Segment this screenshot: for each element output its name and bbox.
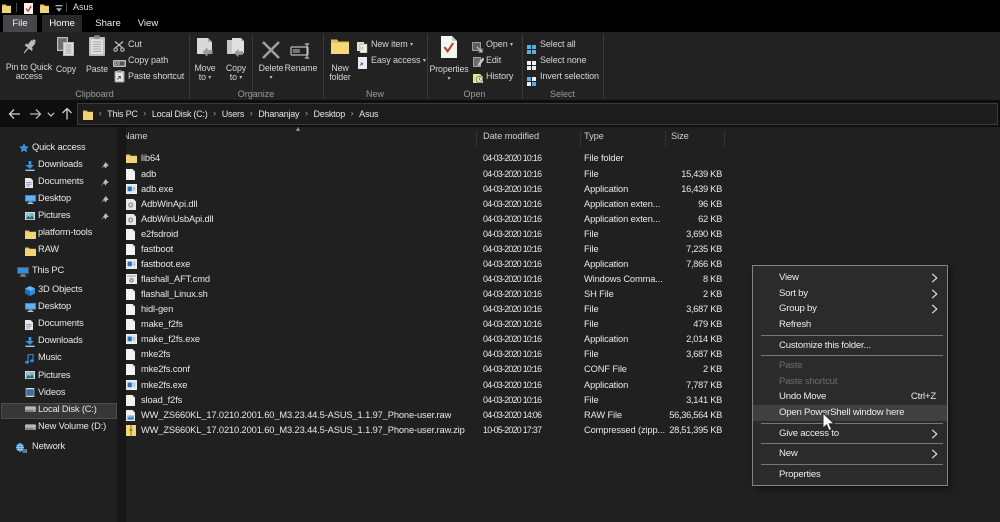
svg-text:Dll: Dll	[115, 61, 120, 66]
